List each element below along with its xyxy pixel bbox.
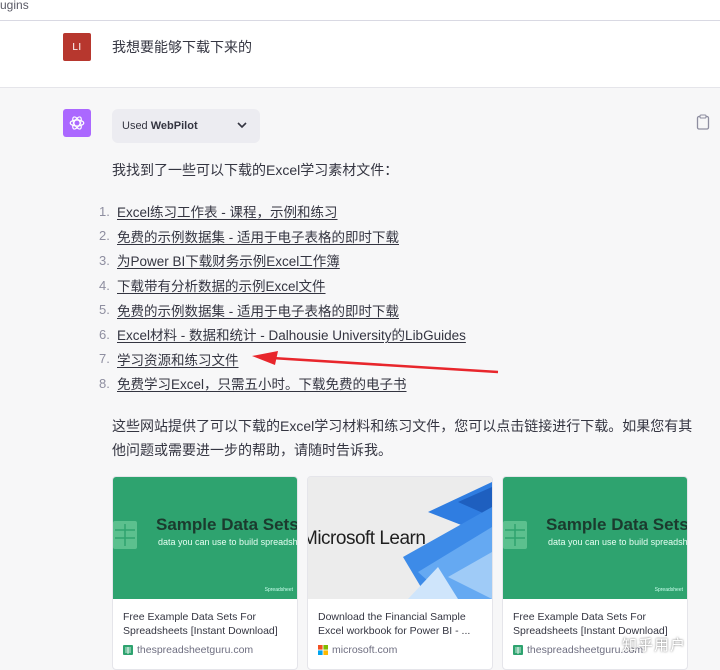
user-message-row: LI 我想要能够下载下来的 xyxy=(0,21,720,88)
card-title: Free Example Data Sets For Spreadsheets … xyxy=(123,611,278,637)
chevron-down-icon xyxy=(236,119,248,134)
result-link[interactable]: 免费的示例数据集 - 适用于电子表格的即时下载 xyxy=(117,300,399,320)
list-item: 2. 免费的示例数据集 - 适用于电子表格的即时下载 xyxy=(99,224,466,249)
result-link[interactable]: 免费的示例数据集 - 适用于电子表格的即时下载 xyxy=(117,226,399,246)
result-link[interactable]: Excel材料 - 数据和统计 - Dalhousie University的L… xyxy=(117,324,466,344)
result-link[interactable]: Excel练习工作表 - 课程，示例和练习 xyxy=(117,201,338,221)
link-preview-card[interactable]: Sample Data Sets data you can use to bui… xyxy=(112,476,298,670)
card-thumbnail: Microsoft Learn xyxy=(308,477,492,599)
browser-tab-strip: ugins xyxy=(0,0,720,21)
card-thumbnail: Sample Data Sets data you can use to bui… xyxy=(503,477,687,599)
result-link[interactable]: 下载带有分析数据的示例Excel文件 xyxy=(117,275,326,295)
list-item: 4. 下载带有分析数据的示例Excel文件 xyxy=(99,273,466,298)
list-item: 3. 为Power BI下载财务示例Excel工作簿 xyxy=(99,248,466,273)
assistant-intro-text: 我找到了一些可以下载的Excel学习素材文件： xyxy=(112,162,399,178)
list-item: 6. Excel材料 - 数据和统计 - Dalhousie University… xyxy=(99,322,466,347)
spreadsheetguru-favicon-icon xyxy=(123,645,133,655)
list-item: 1. Excel练习工作表 - 课程，示例和练习 xyxy=(99,199,466,224)
plugin-used-label: Used WebPilot xyxy=(122,120,198,132)
user-avatar: LI xyxy=(63,33,91,61)
microsoft-logo-icon xyxy=(318,645,328,655)
result-link[interactable]: 为Power BI下载财务示例Excel工作簿 xyxy=(117,250,340,270)
watermark: 知乎用户 xyxy=(622,637,687,654)
card-source: thespreadsheetguru.com xyxy=(123,644,253,656)
list-item: 5. 免费的示例数据集 - 适用于电子表格的即时下载 xyxy=(99,297,466,322)
tab-title[interactable]: ugins xyxy=(0,0,29,12)
copy-clipboard-icon[interactable] xyxy=(696,114,710,135)
link-preview-card[interactable]: Microsoft Learn Download the Financial S… xyxy=(307,476,493,670)
card-title: Download the Financial Sample Excel work… xyxy=(318,611,471,637)
plugin-used-toggle[interactable]: Used WebPilot xyxy=(112,109,260,143)
result-link[interactable]: 学习资源和练习文件 xyxy=(117,349,239,369)
spreadsheet-icon xyxy=(113,521,137,549)
card-thumbnail: Sample Data Sets data you can use to bui… xyxy=(113,477,297,599)
chatgpt-logo-icon xyxy=(63,109,91,137)
user-message-text: 我想要能够下载下来的 xyxy=(112,39,252,55)
assistant-summary-text: 这些网站提供了可以下载的Excel学习材料和练习文件，您可以点击链接进行下载。如… xyxy=(112,418,693,458)
spreadsheet-icon xyxy=(503,521,527,549)
red-annotation-arrow-icon xyxy=(252,351,499,374)
spreadsheetguru-favicon-icon xyxy=(513,645,523,655)
card-source: microsoft.com xyxy=(318,644,397,656)
